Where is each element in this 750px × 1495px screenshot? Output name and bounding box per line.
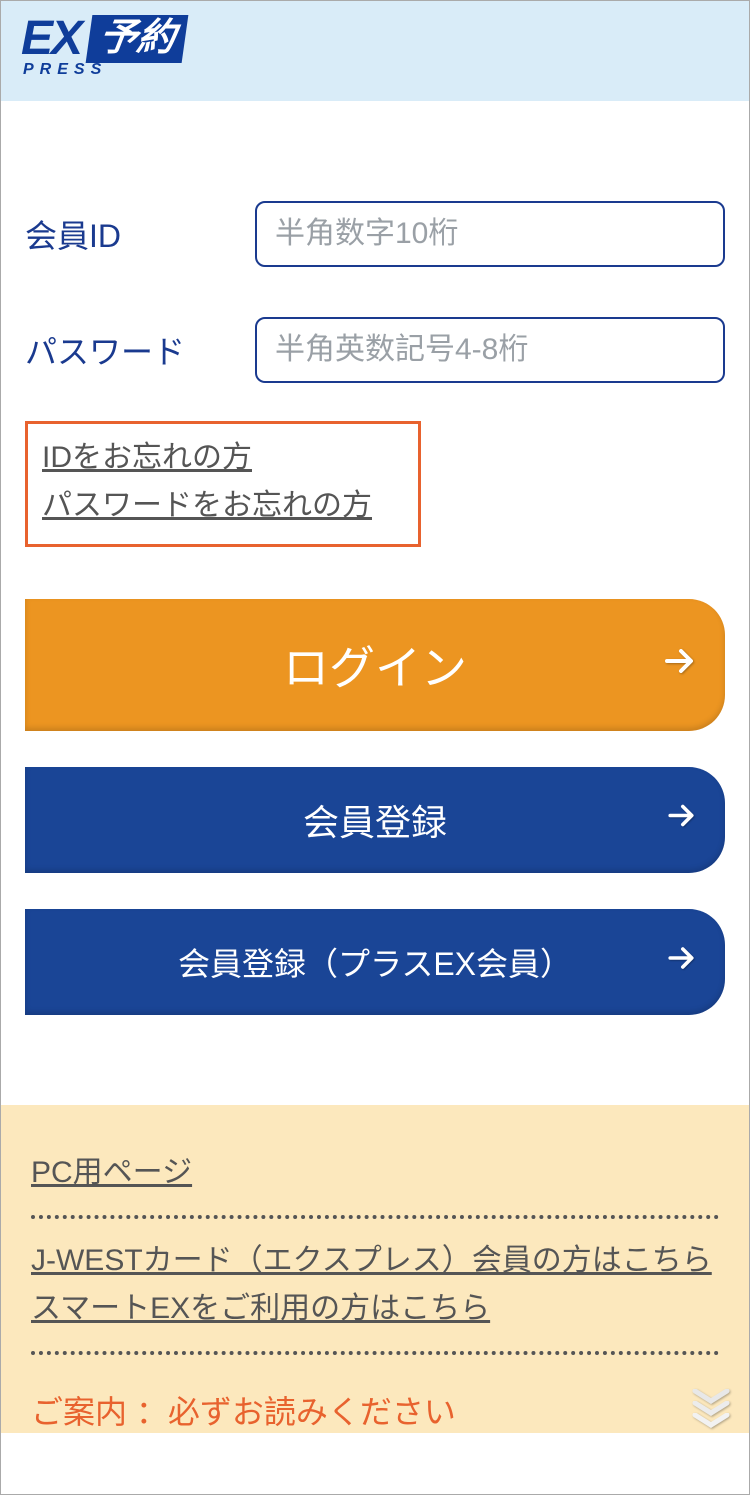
- forgot-password-link[interactable]: パスワードをお忘れの方: [42, 482, 404, 530]
- password-input[interactable]: [255, 317, 725, 383]
- scroll-down-icon: [691, 1389, 731, 1425]
- member-id-group: 会員ID: [25, 201, 725, 267]
- member-id-input[interactable]: [255, 201, 725, 267]
- register-button-label: 会員登録: [303, 794, 447, 846]
- forgot-id-link[interactable]: IDをお忘れの方: [42, 434, 404, 482]
- logo-press-text: PRESS: [23, 61, 186, 79]
- pc-page-link[interactable]: PC用ページ: [31, 1149, 719, 1197]
- divider: [31, 1215, 719, 1219]
- logo-ex-text: EX: [21, 15, 81, 63]
- logo-yoyaku-box: 予約: [86, 15, 189, 63]
- logo: EX 予約 PRESS: [21, 15, 186, 79]
- content: 会員ID パスワード IDをお忘れの方 パスワードをお忘れの方 ログイン 会員登…: [1, 201, 749, 1015]
- forgot-highlight-box: IDをお忘れの方 パスワードをお忘れの方: [25, 421, 421, 547]
- divider: [31, 1351, 719, 1355]
- notice-heading: ご案内 ：必ずお読みください: [31, 1387, 719, 1433]
- register-plus-ex-button[interactable]: 会員登録（プラスEX会員）: [25, 909, 725, 1015]
- login-button[interactable]: ログイン: [25, 599, 725, 731]
- smart-ex-link[interactable]: スマートEXをご利用の方はこちら: [31, 1285, 719, 1333]
- password-label: パスワード: [25, 327, 255, 373]
- password-group: パスワード: [25, 317, 725, 383]
- header: EX 予約 PRESS: [1, 1, 749, 101]
- member-id-label: 会員ID: [25, 211, 255, 257]
- arrow-right-icon: [663, 798, 699, 843]
- footer: PC用ページ J-WESTカード（エクスプレス）会員の方はこちら スマートEXを…: [1, 1105, 749, 1433]
- arrow-right-icon: [663, 940, 699, 984]
- arrow-right-icon: [659, 638, 699, 692]
- jwest-card-link[interactable]: J-WESTカード（エクスプレス）会員の方はこちら: [31, 1237, 719, 1285]
- login-button-label: ログイン: [283, 632, 467, 698]
- register-plus-ex-button-label: 会員登録（プラスEX会員）: [178, 939, 572, 985]
- register-button[interactable]: 会員登録: [25, 767, 725, 873]
